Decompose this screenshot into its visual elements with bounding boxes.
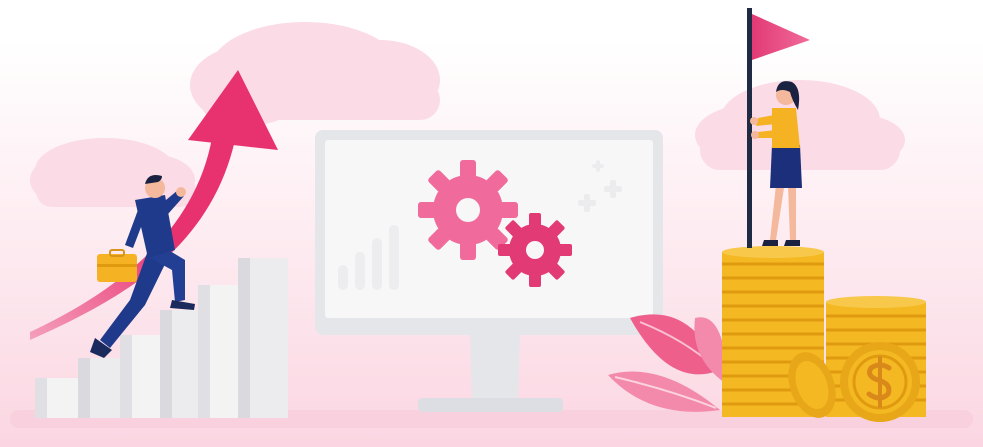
gear-icon	[498, 213, 572, 287]
illustration-scene	[0, 8, 983, 447]
briefcase-icon	[97, 249, 137, 282]
dollar-coin-icon	[840, 342, 920, 422]
